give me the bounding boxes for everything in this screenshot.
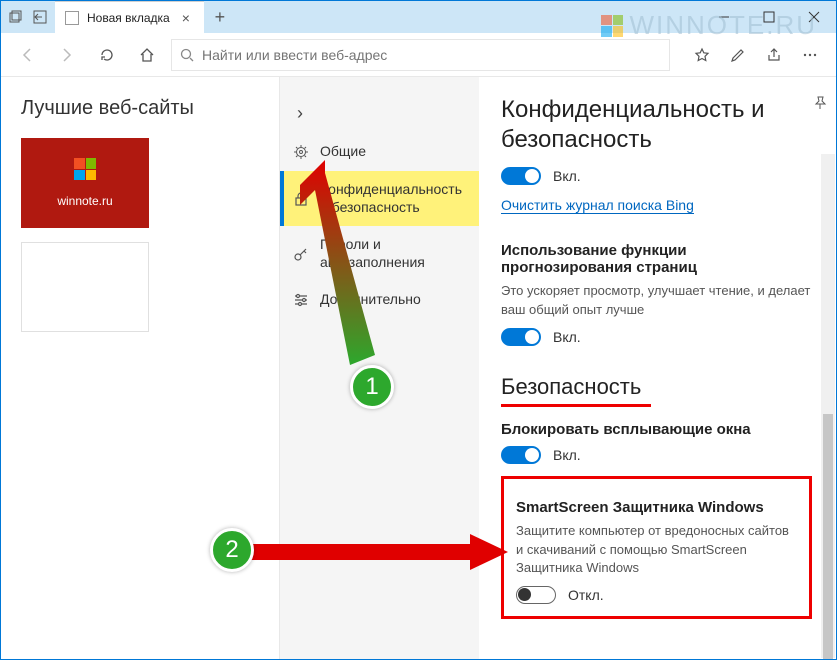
security-heading: Безопасность (501, 374, 812, 400)
sidebar-item-label: Дополнительно (320, 291, 421, 309)
new-tab-button[interactable]: + (204, 1, 236, 33)
close-window-button[interactable] (791, 1, 836, 33)
page-icon (65, 11, 79, 25)
toggle-label: Вкл. (553, 329, 581, 345)
tab-title: Новая вкладка (87, 11, 170, 25)
refresh-button[interactable] (91, 39, 123, 71)
tile-label: winnote.ru (57, 194, 112, 208)
sidebar-item-label: Конфиденциальность и безопасность (320, 181, 467, 216)
sidebar-item-label: Общие (320, 143, 366, 161)
clear-bing-history-link[interactable]: Очистить журнал поиска Bing (501, 197, 694, 214)
notes-button[interactable] (722, 39, 754, 71)
new-tab-content: Лучшие веб-сайты winnote.ru (1, 77, 279, 659)
toolbar (1, 33, 836, 77)
minimize-button[interactable] (701, 1, 746, 33)
home-button[interactable] (131, 39, 163, 71)
cascade-windows-icon[interactable] (9, 10, 23, 24)
key-icon (292, 245, 310, 263)
block-popups-toggle[interactable] (501, 446, 541, 464)
top-site-tile[interactable]: winnote.ru (21, 138, 149, 228)
search-input[interactable] (202, 47, 661, 63)
maximize-button[interactable] (746, 1, 791, 33)
page-prediction-desc: Это ускоряет просмотр, улучшает чтение, … (501, 282, 812, 320)
scrollbar-thumb[interactable] (823, 414, 833, 659)
sidebar-item-privacy[interactable]: Конфиденциальность и безопасность (280, 171, 479, 226)
privacy-toggle[interactable] (501, 167, 541, 185)
set-aside-tabs-icon[interactable] (33, 10, 47, 24)
titlebar: Новая вкладка × + (1, 1, 836, 33)
favorites-button[interactable] (686, 39, 718, 71)
settings-panel: Конфиденциальность и безопасность Вкл. О… (479, 77, 836, 659)
sliders-icon (292, 291, 310, 309)
smartscreen-desc: Защитите компьютер от вредоносных сайтов… (516, 522, 797, 579)
sidebar-item-advanced[interactable]: Дополнительно (280, 281, 479, 319)
annotation-underline (501, 404, 651, 407)
sidebar-item-passwords[interactable]: Пароли и автозаполнения (280, 226, 479, 281)
windows-logo-icon (74, 158, 96, 180)
sidebar-item-general[interactable]: Общие (280, 133, 479, 171)
toggle-label: Вкл. (553, 168, 581, 184)
address-bar[interactable] (171, 39, 670, 71)
toggle-label: Откл. (568, 587, 604, 603)
smartscreen-toggle[interactable] (516, 586, 556, 604)
settings-sidebar: › Общие Конфиденциальность и безопасност… (279, 77, 479, 659)
toggle-label: Вкл. (553, 447, 581, 463)
page-prediction-heading: Использование функции прогнозирования ст… (501, 242, 812, 276)
search-icon (180, 48, 194, 62)
lock-icon (292, 190, 310, 208)
top-sites-heading: Лучшие веб-сайты (21, 97, 279, 120)
pin-icon[interactable] (812, 95, 828, 116)
forward-button[interactable] (51, 39, 83, 71)
panel-title: Конфиденциальность и безопасность (501, 95, 812, 155)
sidebar-item-label: Пароли и автозаполнения (320, 236, 467, 271)
share-button[interactable] (758, 39, 790, 71)
browser-tab[interactable]: Новая вкладка × (55, 1, 204, 33)
close-tab-icon[interactable]: × (178, 10, 194, 26)
block-popups-heading: Блокировать всплывающие окна (501, 421, 812, 438)
empty-tile[interactable] (21, 242, 149, 332)
more-button[interactable] (794, 39, 826, 71)
scrollbar[interactable] (821, 154, 835, 658)
page-prediction-toggle[interactable] (501, 328, 541, 346)
sidebar-expand-button[interactable]: › (280, 93, 320, 133)
annotation-highlight-box: SmartScreen Защитника Windows Защитите к… (501, 476, 812, 620)
smartscreen-heading: SmartScreen Защитника Windows (516, 499, 797, 516)
back-button[interactable] (11, 39, 43, 71)
gear-icon (292, 143, 310, 161)
